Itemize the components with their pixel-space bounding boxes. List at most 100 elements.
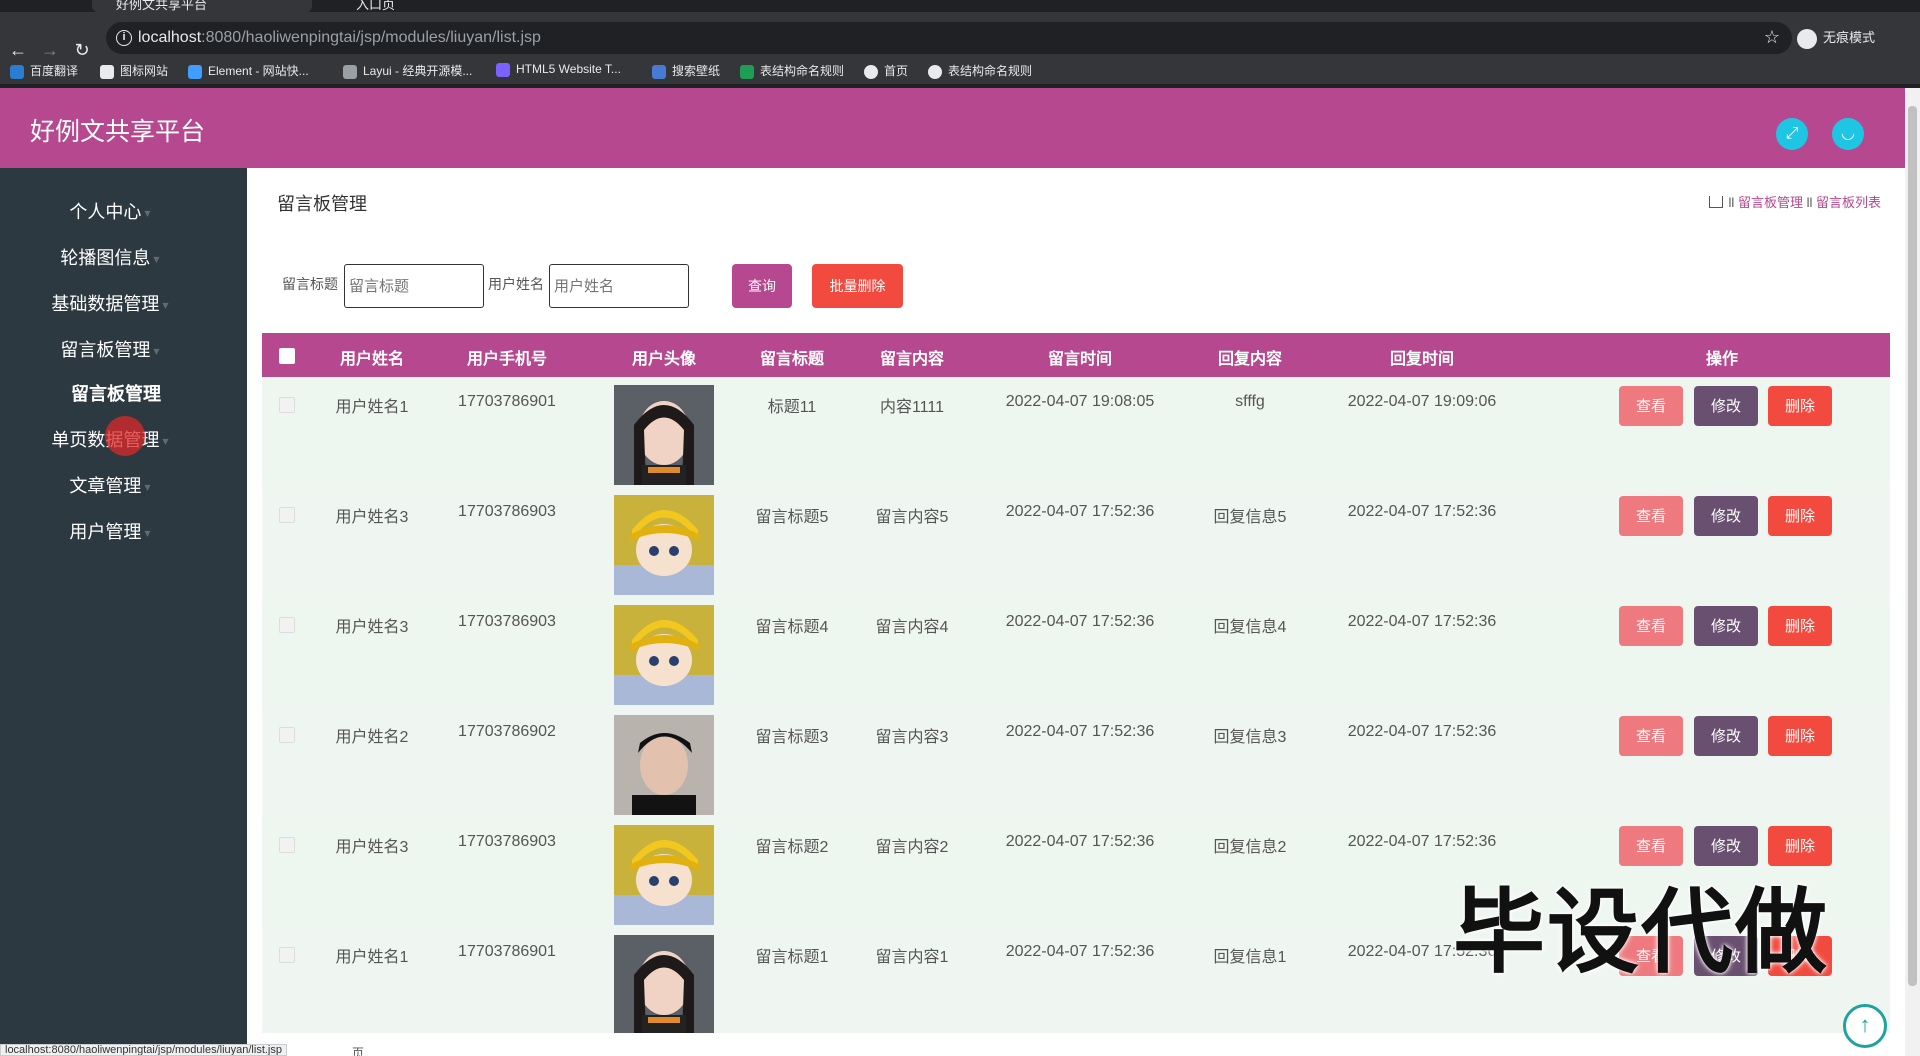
bookmark-item[interactable]: 图标网站	[100, 62, 168, 79]
fullscreen-icon[interactable]: ⤢	[1776, 118, 1808, 150]
watermark-text: 毕设代做	[1453, 879, 1830, 986]
bookmark-item[interactable]: Element - 网站快...	[188, 62, 309, 79]
edit-button[interactable]: 修改	[1694, 496, 1758, 536]
sidebar-item-users[interactable]: 用户管理 ▼	[0, 518, 220, 544]
incognito-badge[interactable]: 无痕模式	[1797, 27, 1875, 49]
scrollbar-thumb[interactable]	[1908, 106, 1917, 986]
cell-reply-time: 2022-04-07 17:52:36	[1347, 723, 1497, 740]
home-icon[interactable]	[1708, 196, 1723, 208]
cell-title: 留言标题3	[755, 729, 829, 746]
cell-user-name: 用户姓名3	[335, 509, 409, 526]
browser-tab-active[interactable]: 好例文共享平台	[92, 0, 312, 12]
view-button[interactable]: 查看	[1619, 386, 1683, 426]
cell-message-time: 2022-04-07 17:52:36	[1005, 833, 1155, 850]
table-row: 用户姓名3 17703786903 留言标题5 留言内容5 2022-04-07 17:…	[262, 487, 1890, 597]
cell-message-time: 2022-04-07 17:52:36	[1005, 613, 1155, 630]
cell-content: 内容1111	[879, 399, 945, 416]
cell-content: 留言内容2	[875, 839, 949, 856]
row-checkbox[interactable]	[279, 837, 295, 853]
bookmark-star-icon[interactable]: ☆	[1764, 27, 1780, 48]
sidebar-item-message-board[interactable]: 留言板管理 ▼	[0, 336, 220, 362]
header-avatar: 用户头像	[631, 349, 696, 368]
cell-message-time: 2022-04-07 19:08:05	[1005, 393, 1155, 410]
delete-button[interactable]: 删除	[1768, 606, 1832, 646]
cell-reply: 回复信息3	[1213, 729, 1287, 746]
cell-user-name: 用户姓名2	[335, 729, 409, 746]
delete-button[interactable]: 删除	[1768, 386, 1832, 426]
title-search-input[interactable]	[344, 264, 484, 308]
row-checkbox[interactable]	[279, 727, 295, 743]
sidebar-item-carousel[interactable]: 轮播图信息 ▼	[0, 244, 220, 270]
cell-reply-time: 2022-04-07 17:52:36	[1347, 613, 1497, 630]
bookmark-item[interactable]: 表结构命名规则	[740, 62, 844, 79]
cell-message-time: 2022-04-07 17:52:36	[1005, 503, 1155, 520]
table-row: 用户姓名2 17703786902 留言标题3 留言内容3 2022-04-07 17:…	[262, 707, 1890, 817]
name-search-label: 用户姓名	[488, 276, 544, 292]
query-button[interactable]: 查询	[732, 264, 792, 308]
sidebar-item-articles[interactable]: 文章管理 ▼	[0, 472, 220, 498]
header-reply-time: 回复时间	[1389, 349, 1454, 368]
cell-reply: 回复信息4	[1213, 619, 1287, 636]
sidebar-subitem-message-board[interactable]: 留言板管理	[0, 380, 232, 406]
tab-title: 入口页	[356, 0, 396, 12]
user-icon[interactable]: ◡	[1832, 118, 1864, 150]
mouse-cursor-indicator	[105, 416, 145, 456]
header-message-time: 留言时间	[1047, 349, 1112, 368]
bookmark-item[interactable]: 表结构命名规则	[928, 62, 1032, 79]
delete-button[interactable]: 删除	[1768, 716, 1832, 756]
name-search-input[interactable]	[549, 264, 689, 308]
row-checkbox[interactable]	[279, 617, 295, 633]
cell-content: 留言内容5	[875, 509, 949, 526]
sidebar-item-basic-data[interactable]: 基础数据管理 ▼	[0, 290, 220, 316]
user-avatar	[614, 935, 714, 1033]
info-icon[interactable]: i	[116, 30, 132, 46]
cell-content: 留言内容3	[875, 729, 949, 746]
pager-label: 页	[352, 1046, 365, 1056]
cell-reply-time: 2022-04-07 19:09:06	[1347, 393, 1497, 410]
row-checkbox[interactable]	[279, 947, 295, 963]
view-button[interactable]: 查看	[1619, 716, 1683, 756]
cell-reply: 回复信息1	[1213, 949, 1287, 966]
cell-title: 留言标题1	[755, 949, 829, 966]
edit-button[interactable]: 修改	[1694, 386, 1758, 426]
cell-phone: 17703786903	[458, 503, 556, 520]
user-avatar	[614, 825, 714, 925]
batch-delete-button[interactable]: 批量删除	[812, 264, 903, 308]
bookmark-item[interactable]: 首页	[864, 62, 908, 79]
select-all-checkbox[interactable]	[279, 348, 295, 364]
address-bar[interactable]: i localhost:8080/haoliwenpingtai/jsp/mod…	[106, 22, 1792, 54]
bookmark-item[interactable]: HTML5 Website T...	[496, 62, 621, 77]
bookmark-item[interactable]: 搜索壁纸	[652, 62, 720, 79]
tab-title: 好例文共享平台	[116, 0, 208, 12]
bookmark-item[interactable]: 百度翻译	[10, 62, 78, 79]
sidebar-item-personal-center[interactable]: 个人中心 ▼	[0, 198, 220, 224]
header-title: 留言标题	[759, 349, 824, 368]
app-header: 好例文共享平台 ⤢ ◡	[0, 88, 1905, 168]
edit-button[interactable]: 修改	[1694, 606, 1758, 646]
row-checkbox[interactable]	[279, 507, 295, 523]
bookmark-item[interactable]: Layui - 经典开源模...	[343, 62, 472, 79]
status-bar-url: localhost:8080/haoliwenpingtai/jsp/modul…	[0, 1044, 287, 1056]
view-button[interactable]: 查看	[1619, 606, 1683, 646]
header-phone: 用户手机号	[466, 349, 547, 368]
header-user-name: 用户姓名	[339, 349, 404, 368]
cell-user-name: 用户姓名1	[335, 399, 409, 416]
breadcrumb-link[interactable]: 留言板管理	[1738, 195, 1803, 210]
cell-user-name: 用户姓名3	[335, 839, 409, 856]
cell-phone: 17703786901	[458, 393, 556, 410]
table-row: 用户姓名3 17703786903 留言标题4 留言内容4 2022-04-07 17:…	[262, 597, 1890, 707]
cell-reply-time: 2022-04-07 17:52:36	[1347, 503, 1497, 520]
browser-tab[interactable]: 入口页	[330, 0, 550, 12]
breadcrumb-link[interactable]: 留言板列表	[1816, 195, 1881, 210]
table-row: 用户姓名1 17703786901 标题11 内容1111 2022-04-07 19:…	[262, 377, 1890, 487]
cell-title: 留言标题5	[755, 509, 829, 526]
delete-button[interactable]: 删除	[1768, 496, 1832, 536]
back-to-top-icon[interactable]: ↑	[1843, 1004, 1887, 1048]
cell-reply: 回复信息2	[1213, 839, 1287, 856]
edit-button[interactable]: 修改	[1694, 716, 1758, 756]
row-checkbox[interactable]	[279, 397, 295, 413]
sidebar: 个人中心▼ 轮播图信息▼ 基础数据管理▼ 留言板管理▼ 留言板管理 单页数据管理…	[0, 168, 247, 1056]
view-button[interactable]: 查看	[1619, 496, 1683, 536]
cell-phone: 17703786903	[458, 613, 556, 630]
page-scrollbar[interactable]	[1905, 88, 1920, 1056]
